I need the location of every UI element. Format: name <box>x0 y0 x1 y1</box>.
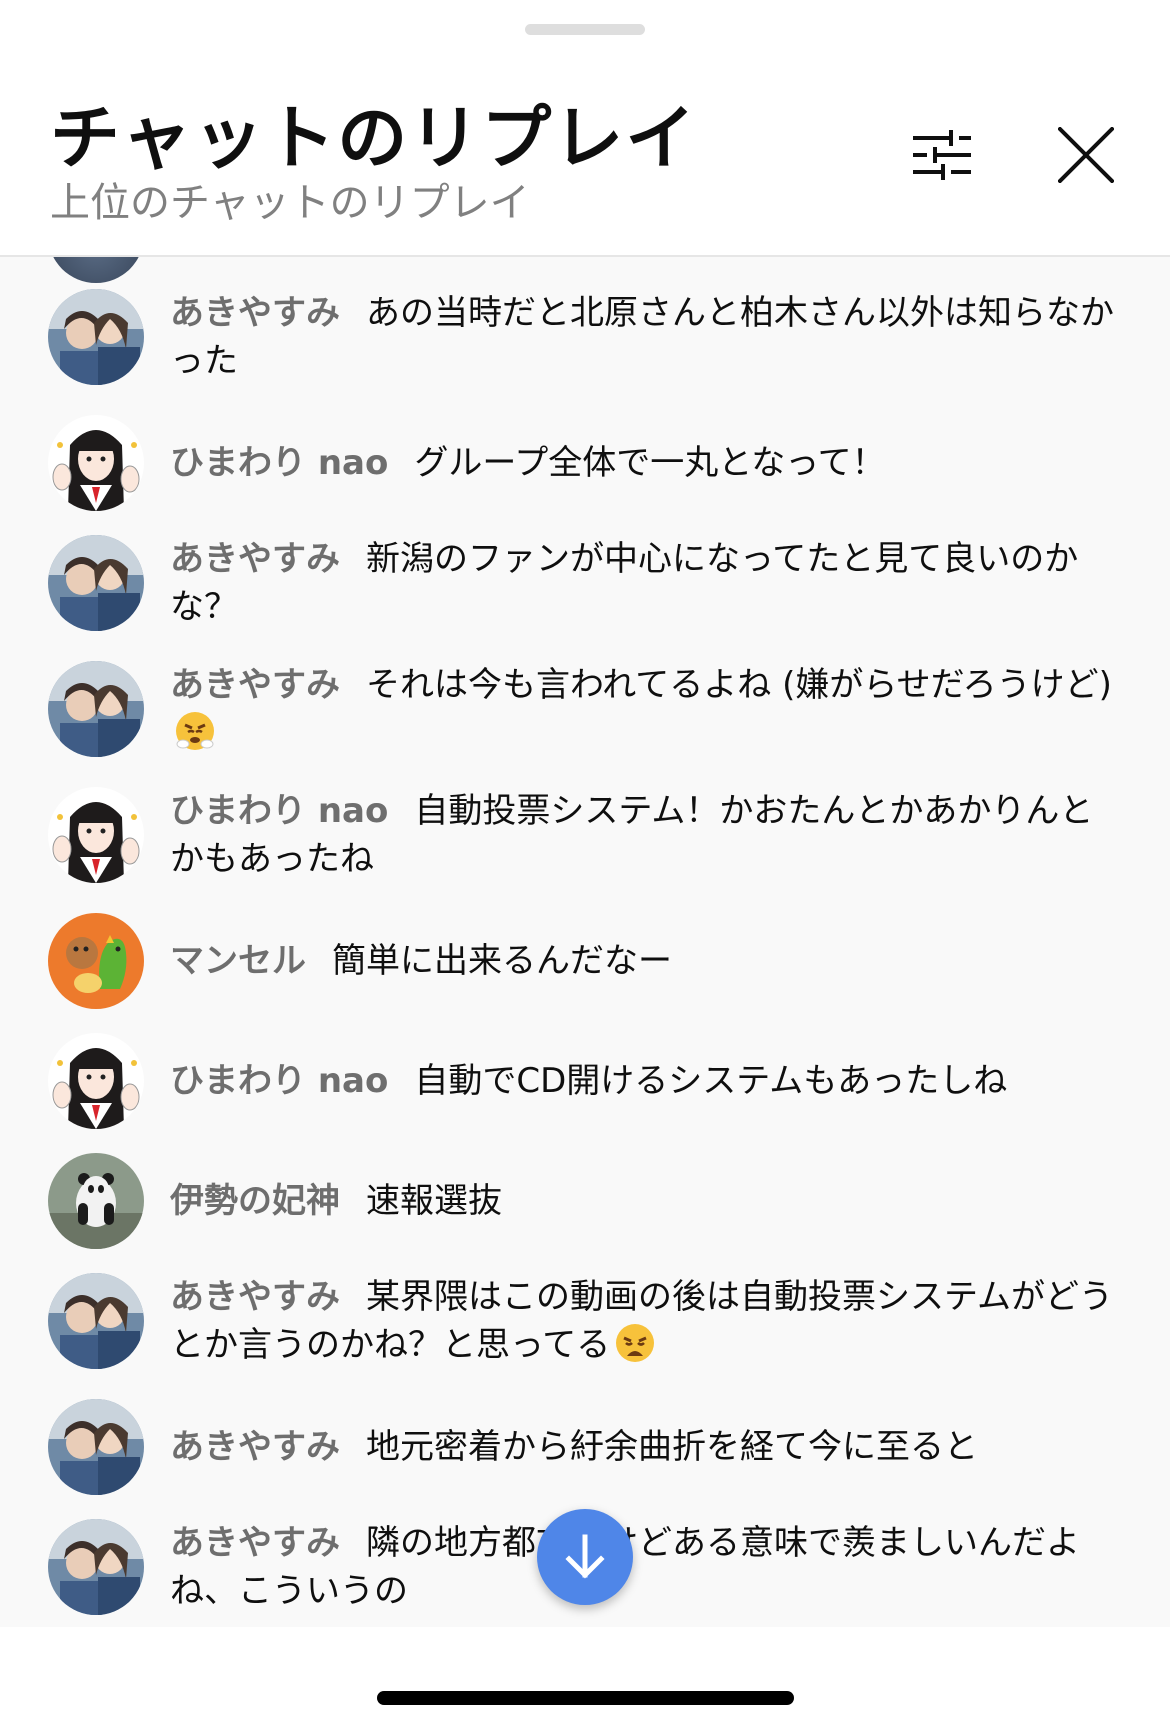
scroll-to-bottom-button[interactable] <box>537 1509 633 1605</box>
close-button[interactable] <box>1046 115 1126 195</box>
avatar-panda[interactable] <box>48 1153 144 1249</box>
chat-mode-dropdown[interactable]: 上位のチャットのリプレイ <box>50 170 530 228</box>
sliders-icon <box>913 130 971 180</box>
avatar-himawari[interactable] <box>48 787 144 883</box>
message-author: あきやすみ <box>170 1523 340 1563</box>
avatar <box>48 257 144 283</box>
close-icon <box>1058 127 1114 183</box>
page-title: チャットのリプレイ <box>50 97 698 179</box>
bottom-safe-area <box>0 1627 1170 1731</box>
message-text: 地元密着から紆余曲折を経て今に至ると <box>366 1427 978 1467</box>
message-author: あきやすみ <box>170 1277 340 1317</box>
message-author: あきやすみ <box>170 1427 340 1467</box>
message-text: 自動でCD開けるシステムもあったしね <box>414 1061 1008 1101</box>
drag-handle[interactable] <box>525 24 645 35</box>
message-author: ひまわり nao <box>170 791 389 831</box>
message-author: あきやすみ <box>170 665 340 705</box>
message-text: 簡単に出来るんだなー <box>332 941 672 981</box>
avatar-mansell[interactable] <box>48 913 144 1009</box>
sheet-header: チャットのリプレイ 上位のチャットのリプレイ <box>0 0 1170 256</box>
message-text: それは今も言われてるよね (嫌がらせだろうけど) <box>366 665 1112 705</box>
message-author: ひまわり nao <box>170 443 389 483</box>
chat-message-list[interactable]: あきやすみ あの当時だと北原さんと柏木さん以外は知らなかった ひまわり nao … <box>0 257 1170 1627</box>
avatar-akiyasumi[interactable] <box>48 1399 144 1495</box>
home-indicator[interactable] <box>377 1691 794 1705</box>
filter-button[interactable] <box>902 115 982 195</box>
message-author: ひまわり nao <box>170 1061 389 1101</box>
arrow-down-icon <box>565 1534 605 1579</box>
avatar-akiyasumi[interactable] <box>48 1273 144 1369</box>
avatar-himawari[interactable] <box>48 1033 144 1129</box>
avatar-himawari[interactable] <box>48 415 144 511</box>
avatar-akiyasumi[interactable] <box>48 1519 144 1615</box>
message-author: あきやすみ <box>170 293 340 333</box>
steam-face-emoji <box>174 710 216 765</box>
message-text: グループ全体で一丸となって！ <box>414 443 886 483</box>
chat-replay-sheet: チャットのリプレイ 上位のチャットのリプレイ あきやすみ あの当時だと北原さんと… <box>0 0 1170 1731</box>
message-author: マンセル <box>170 941 306 981</box>
message-text: 速報選抜 <box>366 1181 502 1221</box>
avatar-akiyasumi[interactable] <box>48 535 144 631</box>
weary-face-emoji <box>614 1322 656 1377</box>
message-author: 伊勢の妃神 <box>170 1181 340 1221</box>
avatar-akiyasumi[interactable] <box>48 661 144 757</box>
message-author: あきやすみ <box>170 539 340 579</box>
avatar-akiyasumi[interactable] <box>48 289 144 385</box>
